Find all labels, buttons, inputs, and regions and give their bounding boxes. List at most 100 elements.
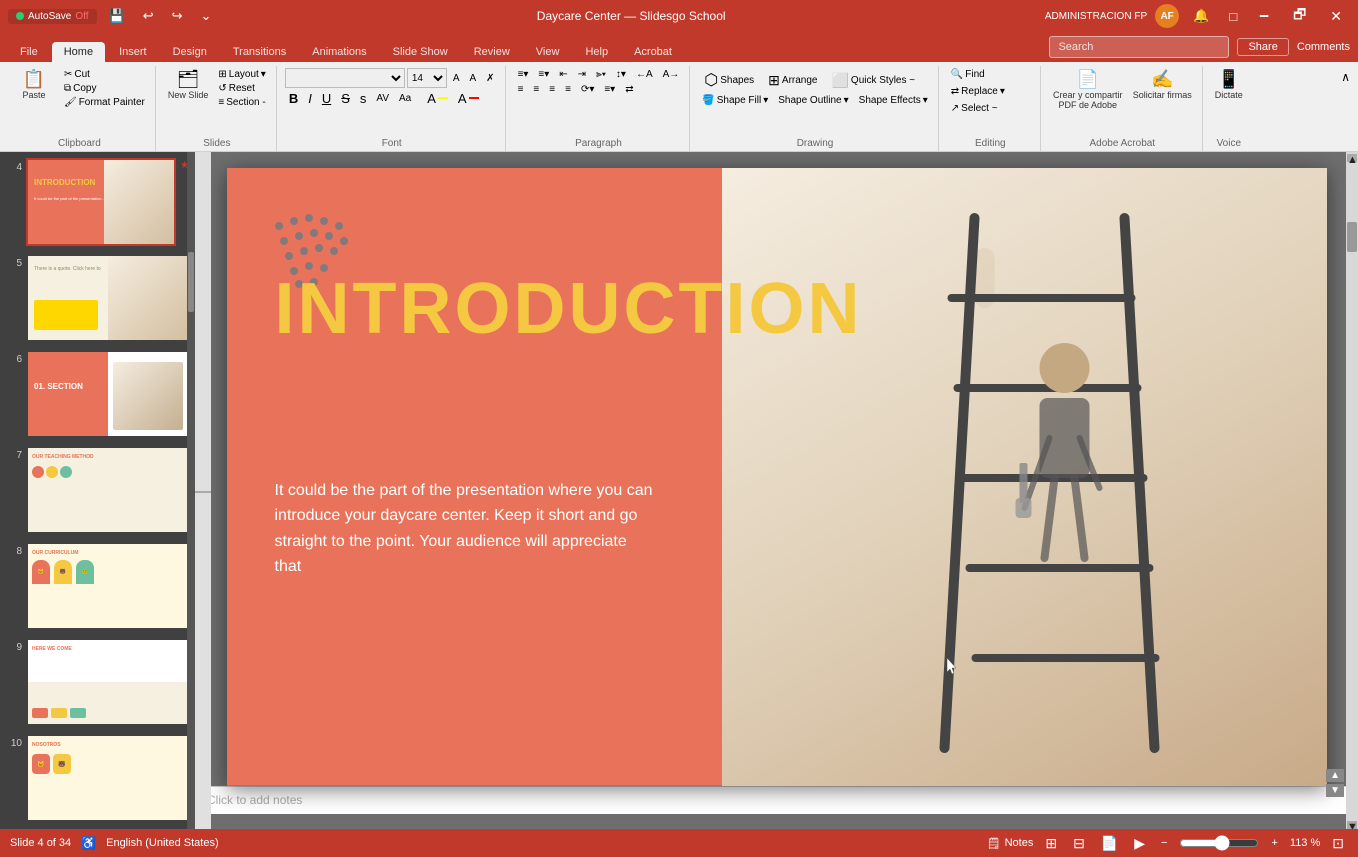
format-painter-icon: 🖌 (64, 97, 77, 108)
shapes-button[interactable]: ⬡ Shapes (698, 68, 760, 92)
char-spacing-button[interactable]: AV (372, 92, 393, 105)
highlight-button[interactable]: A (423, 90, 452, 107)
slide-thumb-4[interactable]: 4 INTRODUCTION It could be the part of t… (4, 156, 191, 248)
reset-button[interactable]: ↺ Reset (214, 82, 269, 95)
convert-to-smartart-button[interactable]: ⇄ (621, 83, 637, 96)
strikethrough-button[interactable]: S (337, 90, 354, 107)
sign-button[interactable]: ✍ Solicitar firmas (1129, 68, 1196, 102)
quick-styles-button[interactable]: ⬜ Quick Styles ~ (825, 70, 921, 91)
customize-qat-button[interactable]: ⌄ (195, 6, 218, 26)
search-input[interactable] (1049, 36, 1229, 58)
notification-button[interactable]: 🔔 (1187, 6, 1215, 26)
status-bar: Slide 4 of 34 ♿ English (United States) … (0, 829, 1358, 857)
align-text-button[interactable]: ≡▾ (600, 83, 619, 96)
tab-review[interactable]: Review (462, 42, 522, 62)
collapse-ribbon-button[interactable]: ∧ (1337, 66, 1354, 88)
font-family-select[interactable] (285, 68, 405, 88)
shape-effects-button[interactable]: Shape Effects▾ (855, 94, 932, 107)
slide-thumb-9[interactable]: 9 HERE WE COME (4, 636, 191, 728)
ribbon-display-button[interactable]: □ (1223, 7, 1243, 26)
line-spacing-button[interactable]: ↕▾ (612, 68, 630, 81)
find-button[interactable]: 🔍 Find (947, 68, 989, 81)
tab-transitions[interactable]: Transitions (221, 42, 298, 62)
shape-outline-button[interactable]: Shape Outline▾ (774, 94, 852, 107)
bold-button[interactable]: B (285, 90, 302, 107)
collapse-down-button[interactable]: ▼ (1326, 784, 1344, 797)
tab-view[interactable]: View (524, 42, 572, 62)
redo-button[interactable]: ↪ (166, 6, 189, 26)
increase-indent-button[interactable]: ⇥ (574, 68, 590, 81)
maximize-button[interactable]: 🗗 (1285, 2, 1314, 30)
slide-thumb-6[interactable]: 6 01. SECTION (4, 348, 191, 440)
shape-fill-button[interactable]: 🪣 Shape Fill▾ (698, 94, 772, 107)
notes-button[interactable]: 🗒 Notes (987, 837, 1034, 850)
arrange-button[interactable]: ⊞ Arrange (762, 70, 823, 91)
slide-thumb-7[interactable]: 7 OUR TEACHING METHOD (4, 444, 191, 536)
underline-button[interactable]: U (318, 90, 335, 107)
tab-slideshow[interactable]: Slide Show (381, 42, 460, 62)
replace-button[interactable]: ⇄ Replace▾ (947, 85, 1009, 98)
shadow-button[interactable]: s (356, 90, 371, 107)
ltr-button[interactable]: A→ (659, 68, 684, 81)
align-right-button[interactable]: ≡ (545, 83, 559, 96)
tab-acrobat[interactable]: Acrobat (622, 42, 684, 62)
minimize-button[interactable]: 🗕 (1251, 2, 1277, 30)
tab-animations[interactable]: Animations (300, 42, 378, 62)
slide-title[interactable]: INTRODUCTION (275, 273, 863, 345)
slide-thumb-5[interactable]: 5 There is a quote. Click here to (4, 252, 191, 344)
cut-button[interactable]: ✂ Cut (60, 68, 149, 81)
slide-canvas[interactable]: INTRODUCTION It could be the part of the… (227, 168, 1327, 786)
slide-body-text[interactable]: It could be the part of the presentation… (275, 478, 655, 580)
close-button[interactable]: ✕ (1322, 6, 1350, 27)
layout-button[interactable]: ⊞ Layout ▾ (214, 68, 269, 81)
slide-panel-scrollbar[interactable] (187, 152, 195, 829)
slideshow-button[interactable]: ▶ (1130, 833, 1149, 854)
slide-thumb-10[interactable]: 10 NOSOTROS 🐱 🐻 (4, 732, 191, 824)
slide-thumb-8[interactable]: 8 OUR CURRICULUM 🐱 🐻 🐸 (4, 540, 191, 632)
tab-design[interactable]: Design (161, 42, 219, 62)
normal-view-button[interactable]: ⊞ (1041, 833, 1061, 854)
font-grow-button[interactable]: A (449, 72, 464, 85)
columns-button[interactable]: ⫸▾ (592, 68, 610, 81)
align-left-button[interactable]: ≡ (514, 83, 528, 96)
bullets-button[interactable]: ≡▾ (514, 68, 533, 81)
numbering-button[interactable]: ≡▾ (534, 68, 553, 81)
tab-insert[interactable]: Insert (107, 42, 159, 62)
create-pdf-button[interactable]: 📄 Crear y compartir PDF de Adobe (1049, 68, 1127, 112)
fit-slide-button[interactable]: ⊡ (1328, 833, 1348, 854)
rtl-button[interactable]: ←A (632, 68, 657, 81)
share-button[interactable]: Share (1237, 38, 1288, 56)
copy-button[interactable]: ⧉ Copy (60, 82, 149, 95)
font-shrink-button[interactable]: A (466, 72, 481, 85)
undo-button[interactable]: ↩ (137, 6, 160, 26)
dictate-button[interactable]: 📱 Dictate (1211, 68, 1247, 102)
scroll-up-arrow[interactable]: ▲ (1347, 154, 1357, 162)
slide-sorter-button[interactable]: ⊟ (1069, 833, 1089, 854)
format-painter-button[interactable]: 🖌 Format Painter (60, 96, 149, 109)
clear-format-button[interactable]: ✗ (482, 72, 498, 85)
tab-help[interactable]: Help (573, 42, 620, 62)
tab-file[interactable]: File (8, 42, 50, 62)
tab-home[interactable]: Home (52, 42, 105, 62)
zoom-slider[interactable] (1179, 835, 1259, 851)
align-center-button[interactable]: ≡ (529, 83, 543, 96)
select-button[interactable]: ↗ Select ~ (947, 102, 1002, 115)
text-direction-button[interactable]: ⟳▾ (577, 83, 598, 96)
notes-area[interactable]: Click to add notes (195, 786, 1358, 814)
decrease-indent-button[interactable]: ⇤ (555, 68, 571, 81)
change-case-button[interactable]: Aa (395, 92, 415, 105)
paste-button[interactable]: 📋 Paste (10, 68, 58, 102)
justify-button[interactable]: ≡ (561, 83, 575, 96)
reading-view-button[interactable]: 📄 (1097, 833, 1122, 854)
canvas-scrollbar[interactable]: ▲ ▼ (1346, 152, 1358, 829)
autosave-button[interactable]: AutoSave Off (8, 9, 97, 24)
comments-button[interactable]: Comments (1297, 41, 1350, 53)
collapse-up-button[interactable]: ▲ (1326, 769, 1344, 782)
section-button[interactable]: ≡ Section - (214, 96, 269, 109)
save-button[interactable]: 💾 (103, 6, 131, 26)
font-color-button[interactable]: A (454, 90, 483, 107)
new-slide-button[interactable]: 🗂 New Slide (164, 68, 213, 102)
scroll-down-arrow[interactable]: ▼ (1347, 821, 1357, 829)
italic-button[interactable]: I (304, 90, 316, 107)
font-size-select[interactable]: 14 (407, 68, 447, 88)
